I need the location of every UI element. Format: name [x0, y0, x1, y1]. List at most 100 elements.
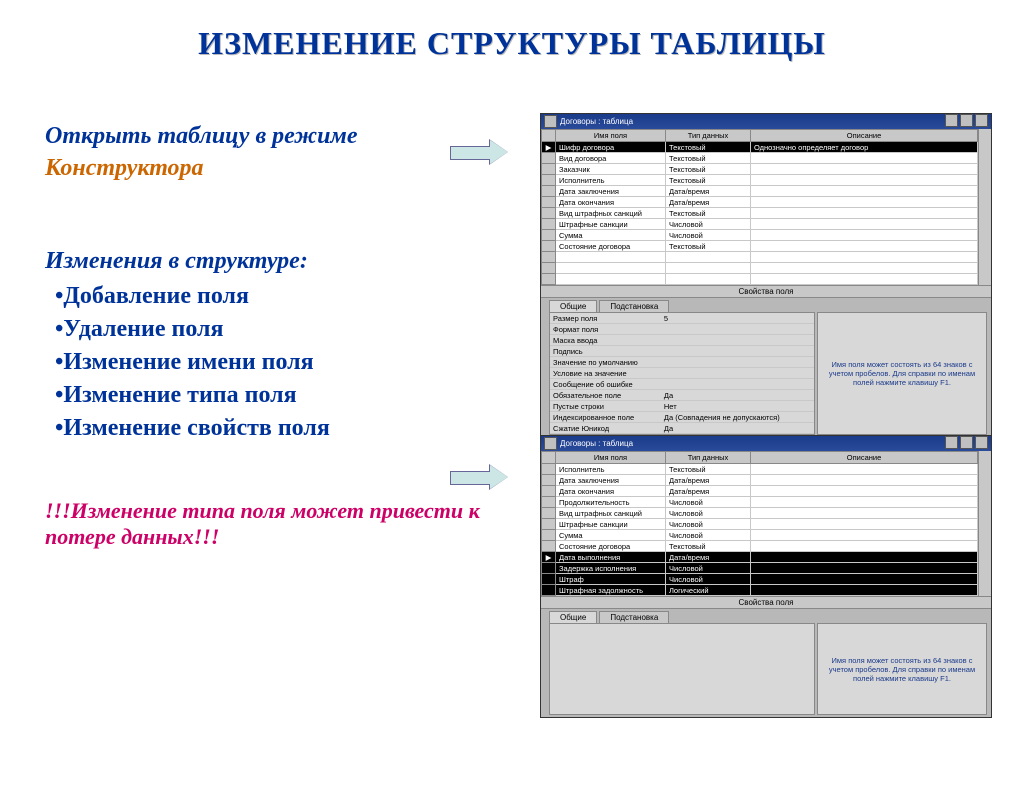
col-header-name[interactable]: Имя поля: [556, 130, 666, 142]
cell-name[interactable]: Штрафные санкции: [556, 219, 666, 230]
row-selector[interactable]: [542, 175, 556, 186]
cell-type[interactable]: Текстовый: [666, 208, 751, 219]
table-row[interactable]: ИсполнительТекстовый: [542, 464, 978, 475]
cell-desc[interactable]: [751, 464, 978, 475]
prop-row[interactable]: Подпись: [550, 346, 814, 357]
cell-type[interactable]: Числовой: [666, 574, 751, 585]
prop-row[interactable]: Размер поля5: [550, 313, 814, 324]
props-panel[interactable]: [549, 623, 815, 715]
cell-desc[interactable]: [751, 497, 978, 508]
table-row[interactable]: ШтрафЧисловой: [542, 574, 978, 585]
prop-value[interactable]: [661, 368, 814, 379]
cell-name[interactable]: Штрафная задолжность: [556, 585, 666, 596]
cell-name[interactable]: Продолжительность: [556, 497, 666, 508]
cell-type[interactable]: Текстовый: [666, 541, 751, 552]
prop-value[interactable]: [661, 357, 814, 368]
cell-type[interactable]: Числовой: [666, 230, 751, 241]
prop-row[interactable]: Сообщение об ошибке: [550, 379, 814, 390]
prop-row[interactable]: Сжатие ЮникодДа: [550, 423, 814, 434]
table-row[interactable]: Дата заключенияДата/время: [542, 475, 978, 486]
col-header-type[interactable]: Тип данных: [666, 452, 751, 464]
row-selector[interactable]: [542, 475, 556, 486]
prop-row[interactable]: Обязательное полеДа: [550, 390, 814, 401]
cell-desc[interactable]: [751, 519, 978, 530]
cell-desc[interactable]: [751, 197, 978, 208]
table-row[interactable]: СуммаЧисловой: [542, 530, 978, 541]
cell-name[interactable]: Заказчик: [556, 164, 666, 175]
prop-row[interactable]: Условие на значение: [550, 368, 814, 379]
table-row[interactable]: Дата окончанияДата/время: [542, 197, 978, 208]
prop-row[interactable]: Формат поля: [550, 324, 814, 335]
maximize-button[interactable]: [960, 114, 973, 127]
row-selector[interactable]: [542, 563, 556, 574]
row-selector[interactable]: [542, 585, 556, 596]
scrollbar[interactable]: [978, 129, 991, 285]
cell-desc[interactable]: [751, 164, 978, 175]
row-selector[interactable]: [542, 241, 556, 252]
field-grid[interactable]: Имя поля Тип данных Описание ▶Шифр догов…: [541, 129, 978, 285]
cell-desc[interactable]: [751, 475, 978, 486]
table-row[interactable]: ЗаказчикТекстовый: [542, 164, 978, 175]
table-row[interactable]: Дата окончанияДата/время: [542, 486, 978, 497]
cell-desc[interactable]: [751, 153, 978, 164]
props-panel[interactable]: Размер поля5Формат поляМаска вводаПодпис…: [549, 312, 815, 435]
col-header-name[interactable]: Имя поля: [556, 452, 666, 464]
cell-name[interactable]: Исполнитель: [556, 464, 666, 475]
cell-desc[interactable]: [751, 552, 978, 563]
cell-desc[interactable]: [751, 175, 978, 186]
cell-type[interactable]: Текстовый: [666, 464, 751, 475]
maximize-button[interactable]: [960, 436, 973, 449]
cell-type[interactable]: Текстовый: [666, 175, 751, 186]
row-selector[interactable]: [542, 464, 556, 475]
table-row[interactable]: [542, 252, 978, 263]
cell-type[interactable]: Числовой: [666, 508, 751, 519]
table-row[interactable]: СуммаЧисловой: [542, 230, 978, 241]
table-row[interactable]: ▶Шифр договораТекстовыйОднозначно опреде…: [542, 142, 978, 153]
row-selector[interactable]: [542, 208, 556, 219]
cell-name[interactable]: Состояние договора: [556, 241, 666, 252]
cell-type[interactable]: Текстовый: [666, 153, 751, 164]
table-row[interactable]: Вид штрафных санкцийТекстовый: [542, 208, 978, 219]
prop-value[interactable]: [661, 379, 814, 390]
cell-name[interactable]: Дата выполнения: [556, 552, 666, 563]
table-row[interactable]: ▶Дата выполненияДата/время: [542, 552, 978, 563]
cell-type[interactable]: Текстовый: [666, 164, 751, 175]
close-button[interactable]: [975, 436, 988, 449]
cell-name[interactable]: Дата заключения: [556, 186, 666, 197]
table-row[interactable]: ИсполнительТекстовый: [542, 175, 978, 186]
table-row[interactable]: [542, 274, 978, 285]
table-row[interactable]: Состояние договораТекстовый: [542, 241, 978, 252]
cell-name[interactable]: Вид договора: [556, 153, 666, 164]
cell-name[interactable]: Сумма: [556, 230, 666, 241]
table-row[interactable]: Штрафная задолжностьЛогический: [542, 585, 978, 596]
row-selector[interactable]: [542, 219, 556, 230]
table-row[interactable]: Вид договораТекстовый: [542, 153, 978, 164]
cell-type[interactable]: Числовой: [666, 519, 751, 530]
cell-name[interactable]: Состояние договора: [556, 541, 666, 552]
cell-type[interactable]: Числовой: [666, 530, 751, 541]
table-row[interactable]: Дата заключенияДата/время: [542, 186, 978, 197]
table-row[interactable]: Штрафные санкцииЧисловой: [542, 219, 978, 230]
cell-type[interactable]: Числовой: [666, 497, 751, 508]
tab-general[interactable]: Общие: [549, 611, 597, 623]
table-row[interactable]: Штрафные санкцииЧисловой: [542, 519, 978, 530]
close-button[interactable]: [975, 114, 988, 127]
cell-desc[interactable]: [751, 486, 978, 497]
cell-desc[interactable]: [751, 508, 978, 519]
cell-type[interactable]: Логический: [666, 585, 751, 596]
row-selector[interactable]: [542, 541, 556, 552]
row-selector[interactable]: [542, 186, 556, 197]
cell-type[interactable]: Дата/время: [666, 486, 751, 497]
cell-desc[interactable]: [751, 219, 978, 230]
cell-name[interactable]: Вид штрафных санкций: [556, 208, 666, 219]
table-row[interactable]: Задержка исполненияЧисловой: [542, 563, 978, 574]
cell-desc[interactable]: [751, 230, 978, 241]
cell-type[interactable]: Текстовый: [666, 142, 751, 153]
cell-name[interactable]: Штраф: [556, 574, 666, 585]
cell-name[interactable]: Штрафные санкции: [556, 519, 666, 530]
cell-desc[interactable]: [751, 563, 978, 574]
row-selector[interactable]: [542, 164, 556, 175]
cell-type[interactable]: Дата/время: [666, 197, 751, 208]
row-selector[interactable]: [542, 519, 556, 530]
row-selector[interactable]: [542, 230, 556, 241]
